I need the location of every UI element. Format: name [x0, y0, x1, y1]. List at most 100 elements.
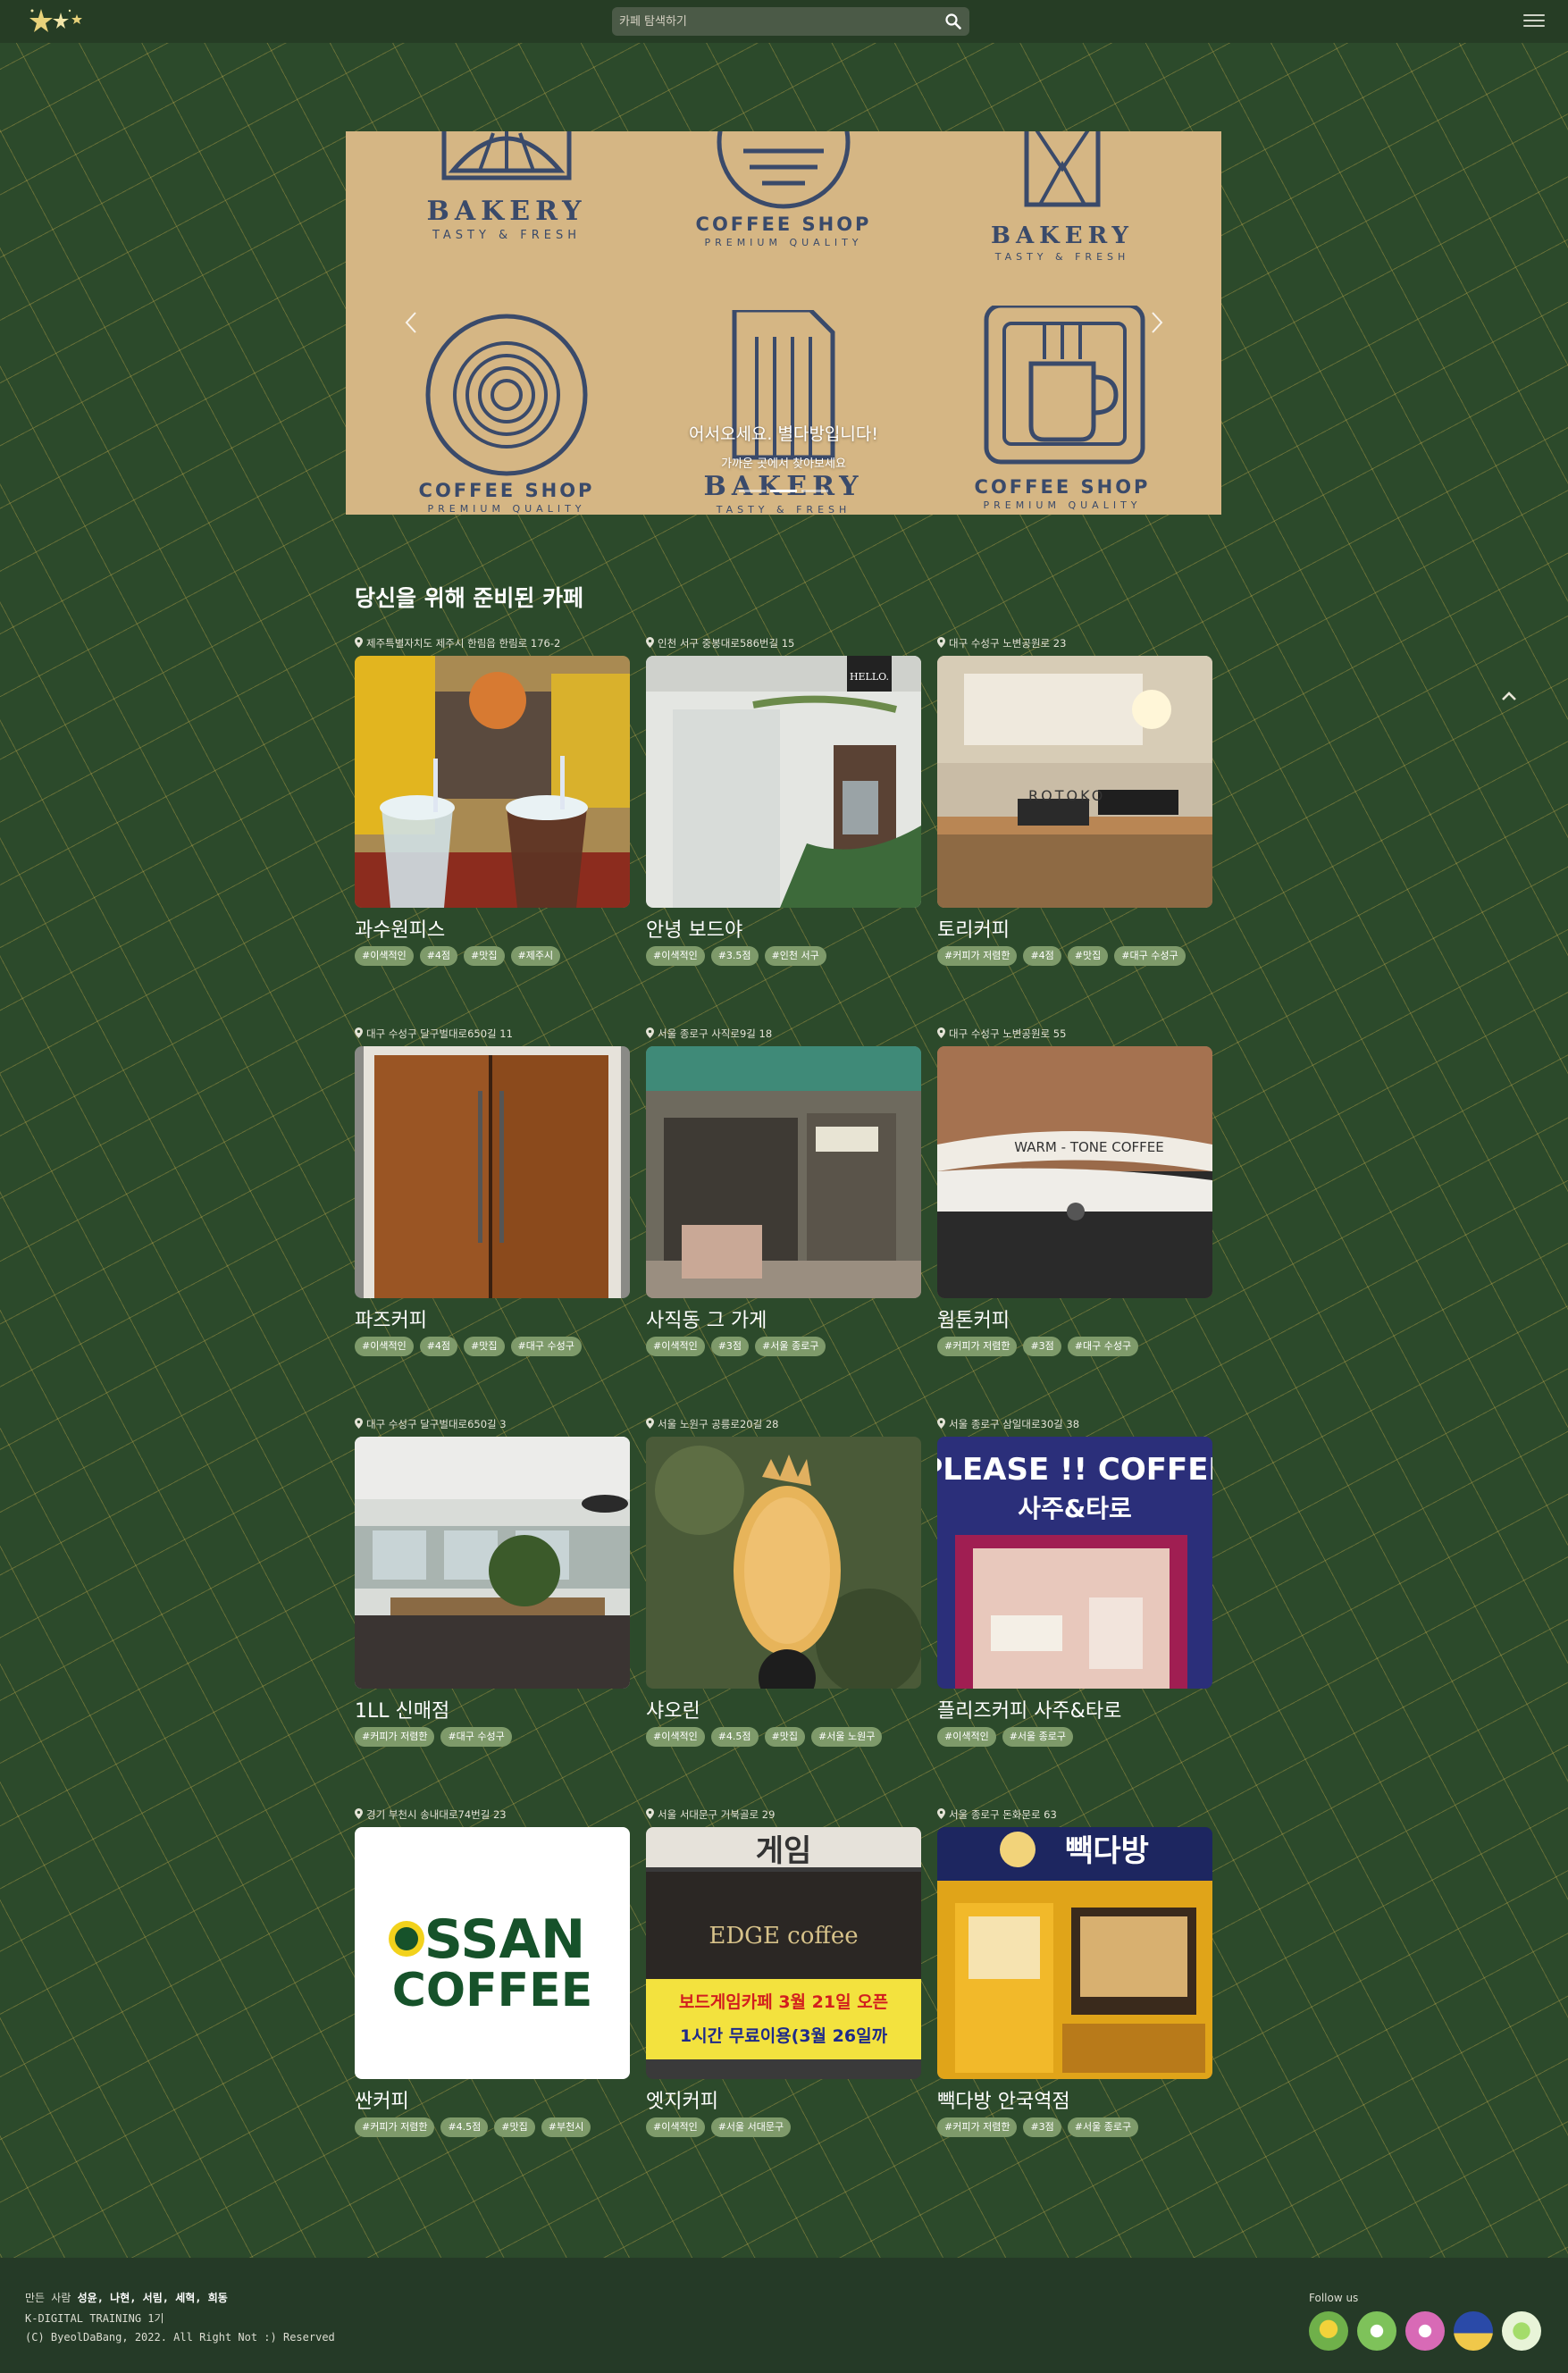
tag-badge[interactable]: #대구 수성구 — [510, 1337, 582, 1356]
tag-badge[interactable]: #서울 종로구 — [1002, 1727, 1074, 1747]
cafe-card[interactable]: 서울 종로구 사직로9길 18 사직동 그 가게 #이색적인 #3점 #서울 종로구 — [646, 1027, 921, 1356]
cafe-photo[interactable]: 빽다방 — [937, 1827, 1212, 2079]
cafe-card[interactable]: 경기 부천시 송내대로74번길 23 SSAN COFFEE 싼커피 #커피가 … — [355, 1807, 630, 2137]
tag-badge[interactable]: #이색적인 — [355, 946, 414, 966]
cafe-photo[interactable] — [355, 1437, 630, 1689]
tag-badge[interactable]: #서울 서대문구 — [710, 2117, 792, 2137]
cafe-name[interactable]: 과수원피스 — [355, 914, 445, 943]
tag-badge[interactable]: #인천 서구 — [764, 946, 826, 966]
cafe-name[interactable]: 샤오린 — [646, 1695, 700, 1723]
member-avatar-icon[interactable] — [1405, 2311, 1445, 2351]
cafe-card[interactable]: 대구 수성구 노변공원로 23 ROTOKO 토리커피 #커피가 저렴한 #4점 #… — [937, 636, 1212, 966]
tag-badge[interactable]: #대구 수성구 — [1114, 946, 1186, 966]
tag-badge[interactable]: #대구 수성구 — [1067, 1337, 1139, 1356]
cafe-name[interactable]: 빽다방 안국역점 — [937, 2085, 1070, 2114]
tag-badge[interactable]: #맛집 — [1067, 946, 1109, 966]
cafe-photo[interactable]: WARM - TONE COFFEE — [937, 1046, 1212, 1298]
cafe-photo[interactable] — [646, 1046, 921, 1298]
search-input[interactable] — [612, 7, 934, 36]
carousel-indicator[interactable] — [801, 490, 828, 492]
tag-badge[interactable]: #4.5점 — [710, 1727, 759, 1747]
tag-badge[interactable]: #이색적인 — [355, 1337, 414, 1356]
cafe-card[interactable]: 인천 서구 중봉대로586번길 15 HELLO. 안녕 보드야 #이색적인 #3… — [646, 636, 921, 966]
tag-badge[interactable]: #이색적인 — [646, 2117, 705, 2137]
tag-badge[interactable]: #3.5점 — [710, 946, 759, 966]
cafe-name[interactable]: 파즈커피 — [355, 1304, 427, 1333]
location-pin-icon — [355, 1027, 363, 1038]
tag-badge[interactable]: #부천시 — [541, 2117, 591, 2137]
cafe-name[interactable]: 1LL 신매점 — [355, 1695, 449, 1723]
cafe-card[interactable]: 대구 수성구 노변공원로 55 WARM - TONE COFFEE 웜톤커피 … — [937, 1027, 1212, 1356]
cafe-photo[interactable] — [646, 1437, 921, 1689]
tag-badge[interactable]: #이색적인 — [646, 946, 705, 966]
cafe-photo[interactable]: HELLO. — [646, 656, 921, 908]
hero-carousel: BAKERY TASTY & FRESH COFFEE SHOP PREMIUM… — [346, 131, 1221, 515]
tag-badge[interactable]: #이색적인 — [646, 1337, 705, 1356]
carousel-indicator[interactable] — [739, 490, 766, 492]
star-logo-icon[interactable] — [25, 5, 86, 38]
cafe-photo[interactable] — [355, 1046, 630, 1298]
tag-badge[interactable]: #이색적인 — [646, 1727, 705, 1747]
cafe-photo[interactable]: ROTOKO — [937, 656, 1212, 908]
cafe-photo[interactable]: 게임 EDGE coffee 보드게임카페 3월 21일 오픈 1시간 무료이용… — [646, 1827, 921, 2079]
tag-badge[interactable]: #이색적인 — [937, 1727, 996, 1747]
tag-badge[interactable]: #맛집 — [464, 1337, 505, 1356]
logo-title: BAKERY — [703, 471, 864, 502]
member-avatar-icon[interactable] — [1309, 2311, 1348, 2351]
tag-badge[interactable]: #3점 — [1023, 2117, 1061, 2137]
cafe-name[interactable]: 플리즈커피 사주&타로 — [937, 1695, 1121, 1723]
cafe-name[interactable]: 안녕 보드야 — [646, 914, 742, 943]
tag-badge[interactable]: #맛집 — [464, 946, 505, 966]
cafe-name[interactable]: 사직동 그 가게 — [646, 1304, 767, 1333]
member-avatar-icon[interactable] — [1454, 2311, 1493, 2351]
cafe-card[interactable]: 서울 종로구 삼일대로30길 38 PLEASE !! COFFEE 사주&타로… — [937, 1417, 1212, 1747]
tag-badge[interactable]: #커피가 저렴한 — [355, 2117, 435, 2137]
cafe-tags: #이색적인 #4.5점 #맛집 #서울 노원구 — [646, 1726, 888, 1747]
cafe-name[interactable]: 엣지커피 — [646, 2085, 718, 2114]
carousel-prev-icon[interactable] — [401, 309, 423, 336]
tag-badge[interactable]: #4점 — [419, 946, 458, 966]
tag-badge[interactable]: #커피가 저렴한 — [937, 2117, 1018, 2137]
location-pin-icon — [355, 637, 363, 648]
tag-badge[interactable]: #제주시 — [510, 946, 561, 966]
cafe-photo[interactable] — [355, 656, 630, 908]
cafe-photo[interactable]: PLEASE !! COFFEE 사주&타로 — [937, 1437, 1212, 1689]
cafe-card[interactable]: 서울 서대문구 거북골로 29 게임 EDGE coffee 보드게임카페 3월… — [646, 1807, 921, 2137]
tag-badge[interactable]: #4점 — [419, 1337, 458, 1356]
carousel-indicator-active[interactable] — [770, 490, 797, 492]
carousel-next-icon[interactable] — [1145, 309, 1167, 336]
search-icon[interactable] — [944, 13, 962, 30]
member-avatar-icon[interactable] — [1357, 2311, 1396, 2351]
tag-badge[interactable]: #4점 — [1023, 946, 1061, 966]
tag-badge[interactable]: #커피가 저렴한 — [937, 1337, 1018, 1356]
tag-badge[interactable]: #대구 수성구 — [440, 1727, 512, 1747]
member-avatar-icon[interactable] — [1502, 2311, 1541, 2351]
tag-badge[interactable]: #서울 종로구 — [1067, 2117, 1139, 2137]
tag-badge[interactable]: #4.5점 — [440, 2117, 489, 2137]
cafe-address-text: 서울 종로구 사직로9길 18 — [658, 1027, 773, 1040]
cafe-card[interactable]: 서울 노원구 공릉로20길 28 샤오린 #이색적인 #4.5점 #맛집 #서울 노원… — [646, 1417, 921, 1747]
tag-badge[interactable]: #커피가 저렴한 — [937, 946, 1018, 966]
tag-badge[interactable]: #3점 — [1023, 1337, 1061, 1356]
hamburger-menu-icon[interactable] — [1523, 11, 1545, 30]
cafe-name[interactable]: 웜톤커피 — [937, 1304, 1010, 1333]
tag-badge[interactable]: #맛집 — [494, 2117, 535, 2137]
cafe-name[interactable]: 토리커피 — [937, 914, 1010, 943]
cafe-name[interactable]: 싼커피 — [355, 2085, 409, 2114]
scroll-to-top-icon[interactable] — [1498, 685, 1520, 707]
logo-subtitle: TASTY & FRESH — [716, 504, 851, 515]
tag-badge[interactable]: #커피가 저렴한 — [355, 1727, 435, 1747]
cafe-photo[interactable]: SSAN COFFEE — [355, 1827, 630, 2079]
tag-badge[interactable]: #서울 종로구 — [755, 1337, 826, 1356]
tag-badge[interactable]: #서울 노원구 — [811, 1727, 883, 1747]
edge-coffee-text: EDGE coffee — [709, 1923, 858, 1950]
cafe-card[interactable]: 제주특별자치도 제주시 한림읍 한림로 176-2 과수원피스 #이색적인 #4점… — [355, 636, 630, 966]
cafe-card[interactable]: 서울 종로구 돈화문로 63 빽다방 빽다방 안국역점 #커피가 저렴한 #3점 #… — [937, 1807, 1212, 2137]
tag-badge[interactable]: #맛집 — [764, 1727, 806, 1747]
coffee-cup-circle-icon — [717, 131, 851, 209]
tag-badge[interactable]: #3점 — [710, 1337, 750, 1356]
cafe-card[interactable]: 대구 수성구 달구벌대로650길 11 파즈커피 #이색적인 #4점 #맛집 #대구 … — [355, 1027, 630, 1356]
cafe-tags: #이색적인 #4점 #맛집 #대구 수성구 — [355, 1336, 588, 1356]
cafe-card[interactable]: 대구 수성구 달구벌대로650길 3 1LL 신매점 #커피가 저렴한 #대구 수… — [355, 1417, 630, 1747]
saju-sign-text: 사주&타로 — [1018, 1494, 1131, 1523]
